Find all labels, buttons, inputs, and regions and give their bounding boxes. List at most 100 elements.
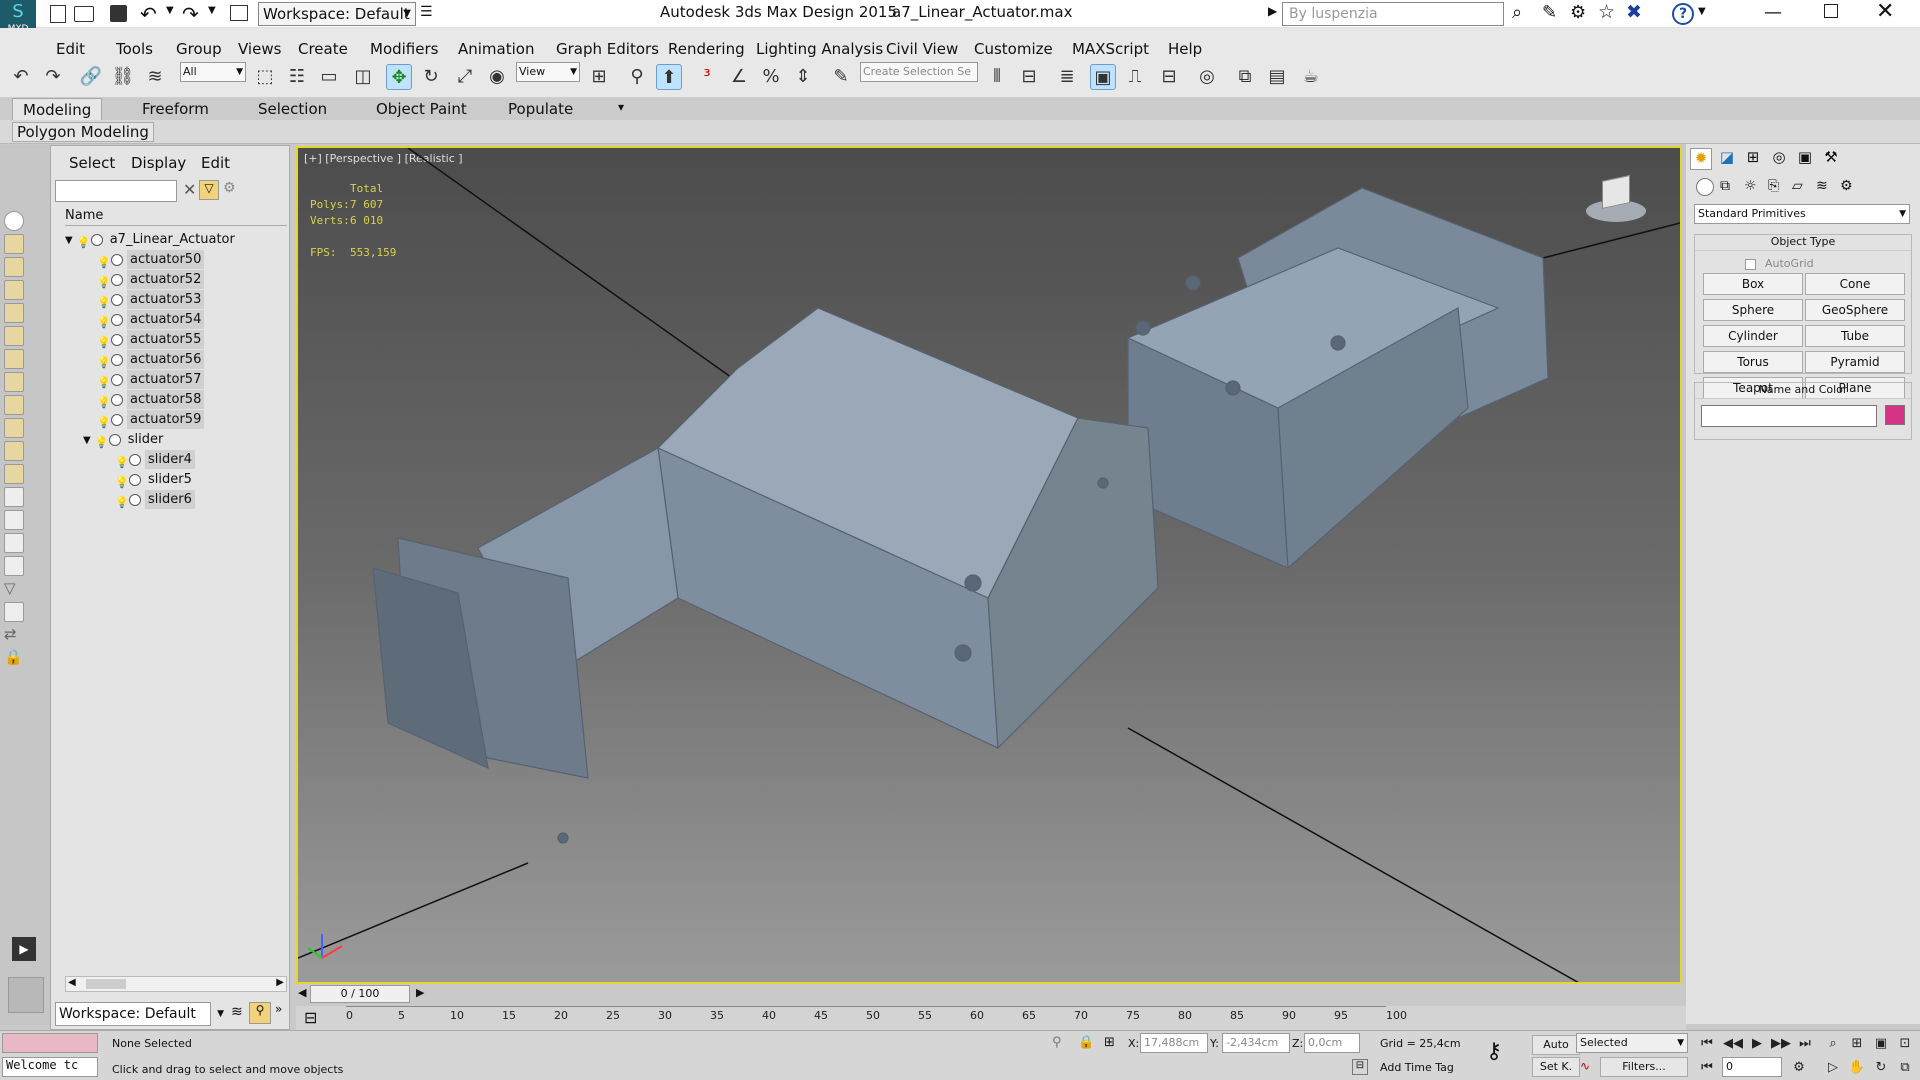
scene-tree-item[interactable]: 💡 actuator54 — [83, 310, 205, 329]
scene-tree-item[interactable]: 💡 actuator52 — [83, 270, 205, 289]
select-and-rotate-icon[interactable]: ↻ — [418, 64, 444, 90]
field-of-view-icon[interactable]: ▷ — [1822, 1057, 1844, 1079]
zoom-icon[interactable]: ⌕ — [1822, 1033, 1844, 1055]
exchange-icon[interactable]: ✖ — [1626, 1, 1642, 23]
curve-editor-icon[interactable]: ⎍ — [1122, 64, 1148, 90]
select-object-icon[interactable]: ⬚ — [252, 64, 278, 90]
visibility-bulb-icon[interactable]: 💡 — [97, 293, 111, 309]
spacewarps-icon[interactable]: ≋ — [1816, 178, 1828, 194]
redo-icon[interactable]: ↷ — [40, 64, 66, 90]
next-frame-icon[interactable]: ▶▶ — [1770, 1033, 1792, 1055]
redo-icon[interactable]: ↷ — [182, 2, 199, 26]
workspace-dropdown[interactable]: Workspace: Default ▼ — [258, 2, 416, 26]
quick-access-menu-icon[interactable]: ☰ — [420, 4, 433, 20]
menu-rendering[interactable]: Rendering — [668, 34, 745, 58]
render-production-icon[interactable]: ☕ — [1298, 64, 1324, 90]
scene-tree-item[interactable]: 💡 actuator57 — [83, 370, 205, 389]
previous-frame-icon[interactable]: ◀◀ — [1722, 1033, 1744, 1055]
perspective-viewport[interactable]: [+] [Perspective ] [Realistic ] Total Po… — [296, 146, 1682, 984]
select-and-place-icon[interactable]: ◉ — [484, 64, 510, 90]
time-tag-icon[interactable]: ⊟ — [1352, 1059, 1368, 1075]
scene-tree-item[interactable]: 💡 slider6 — [101, 490, 195, 509]
visibility-bulb-icon[interactable]: 💡 — [77, 233, 91, 249]
isolate-selection-icon[interactable]: ⚲ — [1052, 1035, 1062, 1050]
go-to-end-icon[interactable]: ⏭ — [1794, 1033, 1816, 1055]
column-header-name[interactable]: Name — [65, 208, 287, 226]
zoom-extents-all-icon[interactable]: ⊡ — [1894, 1033, 1916, 1055]
object-color-swatch[interactable] — [1885, 405, 1905, 425]
visibility-bulb-icon[interactable]: 💡 — [97, 373, 111, 389]
schematic-view-icon[interactable]: ⊟ — [1156, 64, 1182, 90]
y-coordinate-input[interactable]: -2,434cm — [1222, 1033, 1290, 1053]
explorer-hscrollbar[interactable]: ◀ ▶ — [65, 976, 287, 992]
scene-tree-item[interactable]: ▼ 💡 a7_Linear_Actuator — [65, 230, 238, 249]
ribbon-tab-modeling[interactable]: Modeling — [12, 98, 103, 120]
menu-help[interactable]: Help — [1168, 34, 1202, 58]
snaps-toggle-icon[interactable]: ³ — [694, 64, 720, 90]
menu-animation[interactable]: Animation — [458, 34, 534, 58]
create-tube-button[interactable]: Tube — [1805, 325, 1905, 347]
graphite-modeling-tools-icon[interactable]: ▣ — [1090, 64, 1116, 90]
visibility-bulb-icon[interactable]: 💡 — [97, 393, 111, 409]
visibility-bulb-icon[interactable]: 💡 — [97, 253, 111, 269]
utilities-tab-icon[interactable]: ⚒ — [1820, 148, 1842, 170]
communication-icon[interactable]: ⚙ — [1570, 2, 1586, 23]
object-name-input[interactable] — [1701, 405, 1877, 427]
search-expand-icon[interactable]: ▶ — [1268, 4, 1277, 18]
scene-tree-item[interactable]: ▼ 💡 slider — [83, 430, 166, 449]
undo-icon[interactable]: ↶ — [140, 2, 157, 26]
display-all-icon-2[interactable] — [4, 510, 24, 530]
close-icon[interactable]: ✕ — [1876, 0, 1894, 24]
ribbon-tab-populate[interactable]: Populate — [498, 98, 583, 120]
viewport-layout-icon[interactable] — [8, 977, 44, 1013]
create-cone-button[interactable]: Cone — [1805, 273, 1905, 295]
display-xrefs-icon[interactable] — [4, 395, 24, 415]
display-tab-icon[interactable]: ▣ — [1794, 148, 1816, 170]
sync-selection-icon[interactable]: ⇄ — [4, 625, 24, 645]
display-bones-icon[interactable] — [4, 418, 24, 438]
polygon-modeling-tab[interactable]: Polygon Modeling — [12, 122, 154, 142]
visibility-bulb-icon[interactable]: 💡 — [115, 453, 129, 469]
ribbon-tab-selection[interactable]: Selection — [248, 98, 337, 120]
rectangular-selection-icon[interactable]: ▭ — [316, 64, 342, 90]
explorer-menu-display[interactable]: Display — [131, 154, 186, 172]
open-file-icon[interactable] — [74, 6, 94, 22]
keyboard-shortcut-override-icon[interactable]: ⬆ — [656, 64, 682, 90]
display-invert-icon[interactable] — [4, 556, 24, 576]
menu-group[interactable]: Group — [176, 34, 222, 58]
scroll-thumb[interactable] — [86, 979, 126, 989]
select-manipulate-icon[interactable]: ⚲ — [624, 64, 650, 90]
scene-tree-item[interactable]: 💡 actuator50 — [83, 250, 205, 269]
visibility-bulb-icon[interactable]: 💡 — [97, 413, 111, 429]
maximize-viewport-icon[interactable]: ⧉ — [1894, 1057, 1916, 1079]
object-type-title[interactable]: Object Type — [1695, 235, 1911, 251]
display-containers-icon[interactable] — [4, 441, 24, 461]
reference-coordinate-dropdown[interactable]: View ▼ — [516, 62, 580, 82]
select-and-move-icon[interactable]: ✥ — [386, 64, 412, 90]
go-to-start-icon[interactable]: ⏮ — [1696, 1033, 1718, 1055]
track-bar[interactable]: ⊟ 0 5 10 15 20 25 30 35 40 45 50 55 60 65 70 75 80 85 90 95… — [296, 1006, 1686, 1032]
binoculars-icon[interactable]: ⌕ — [1512, 2, 1522, 23]
absolute-mode-icon[interactable]: ⊞ — [1104, 1035, 1115, 1050]
help-dropdown-icon[interactable]: ▼ — [1698, 6, 1706, 17]
explorer-options-icon[interactable]: ⚙ — [223, 180, 236, 196]
scene-tree-item[interactable]: 💡 actuator58 — [83, 390, 205, 409]
angle-snap-icon[interactable]: ∠ — [726, 64, 752, 90]
geometry-icon[interactable] — [1696, 178, 1714, 196]
undo-dropdown-icon[interactable]: ▼ — [166, 5, 174, 16]
visibility-bulb-icon[interactable]: 💡 — [115, 493, 129, 509]
unlink-icon[interactable]: ⛓ — [110, 64, 136, 90]
visibility-bulb-icon[interactable]: 💡 — [97, 353, 111, 369]
key-mode-dropdown[interactable]: Selected ▼ — [1576, 1033, 1688, 1053]
filter-toggle-icon[interactable]: ▽ — [199, 180, 219, 200]
display-geometry-icon[interactable] — [4, 234, 24, 254]
bind-space-warp-icon[interactable]: ≋ — [142, 64, 168, 90]
autogrid-checkbox[interactable] — [1745, 259, 1756, 270]
save-icon[interactable] — [110, 5, 127, 22]
display-frozen-icon[interactable] — [4, 464, 24, 484]
expand-more-icon[interactable]: » — [275, 1002, 282, 1016]
scene-tree-item[interactable]: 💡 slider5 — [101, 470, 195, 489]
maxscript-output[interactable]: Welcome tc — [2, 1057, 98, 1077]
project-folder-icon[interactable] — [230, 5, 248, 21]
menu-civil-view[interactable]: Civil View — [886, 34, 958, 58]
